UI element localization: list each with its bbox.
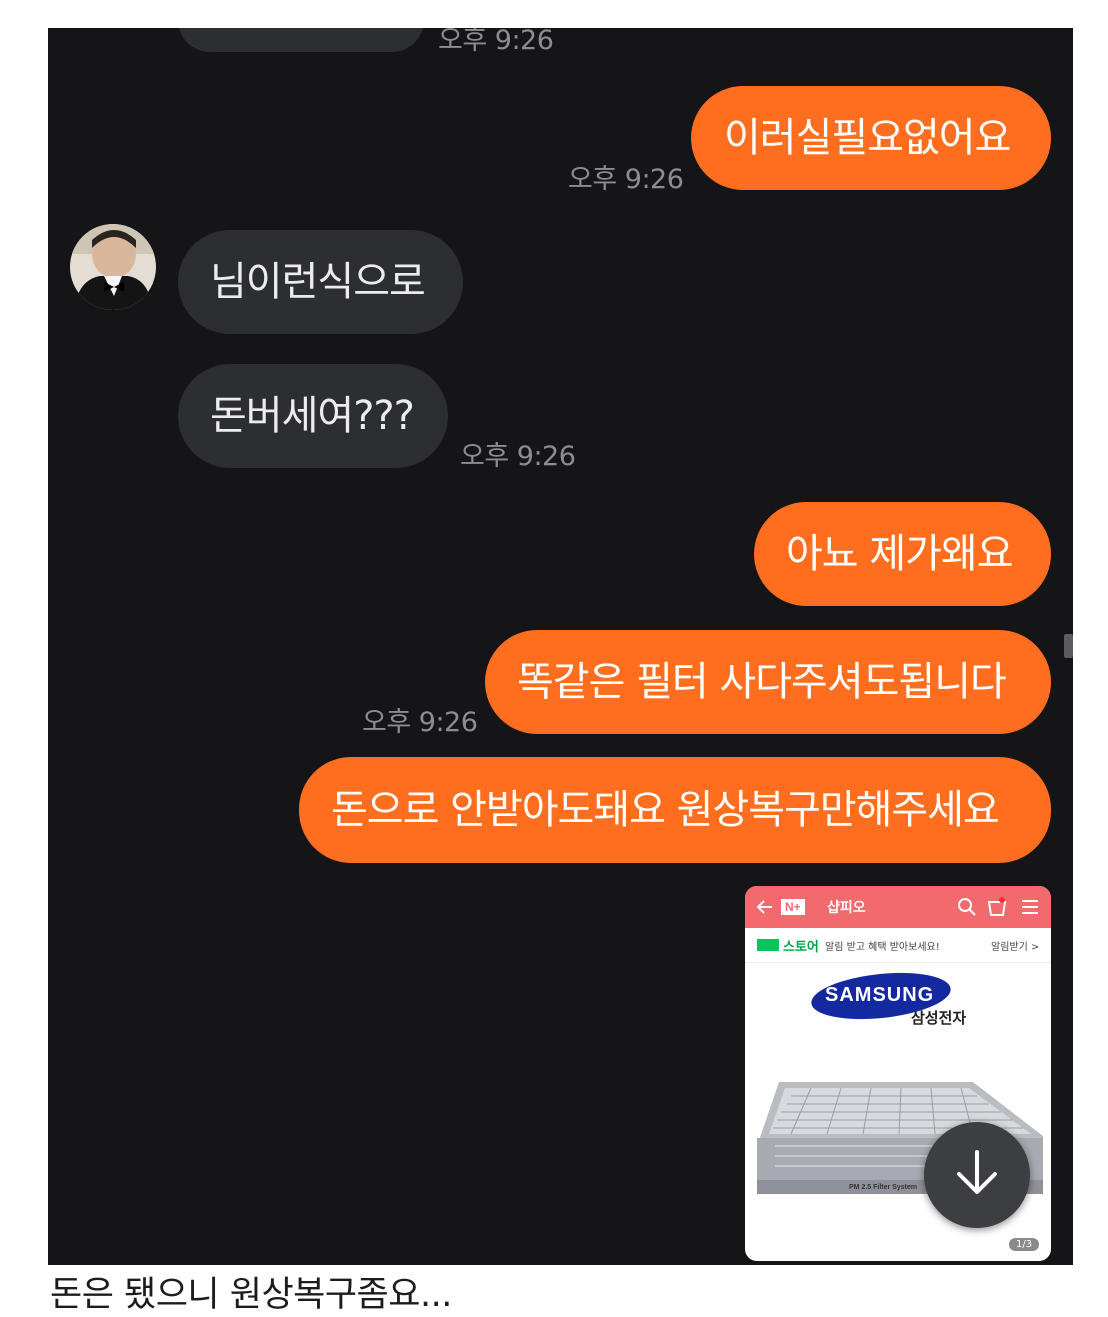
notification-banner: 스토어 알림 받고 혜택 받아보세요! 알림받기 > <box>745 928 1051 963</box>
message-timestamp: 오후 9:26 <box>568 164 684 195</box>
message-bubble-received: 님이런식으로 <box>178 230 463 334</box>
message-bubble-sent: 똑같은 필터 사다주셔도됩니다 <box>485 630 1051 734</box>
post-caption: 돈은 됐으니 원상복구좀요... <box>50 1275 452 1315</box>
banner-action: 알림받기 > <box>991 942 1040 953</box>
message-timestamp: 오후 9:26 <box>438 28 554 56</box>
message-text: 돈으로 안받아도돼요 원상복구만해주세요 <box>331 787 1000 833</box>
message-timestamp: 오후 9:26 <box>362 707 478 738</box>
menu-icon <box>1020 898 1040 920</box>
message-bubble-sent: 돈으로 안받아도돼요 원상복구만해주세요 <box>299 757 1051 863</box>
scroll-to-bottom-button[interactable] <box>924 1122 1030 1228</box>
arrow-down-icon <box>950 1146 1004 1204</box>
back-arrow-icon <box>754 897 774 921</box>
store-header: N+ 샵피오 <box>745 886 1051 928</box>
naver-badge <box>757 939 779 951</box>
store-title: 샵피오 <box>827 900 866 916</box>
cart-icon <box>986 896 1008 922</box>
brand-korean: 삼성전자 <box>911 1009 967 1027</box>
naver-plus-badge: N+ <box>781 899 805 915</box>
banner-brand: 스토어 <box>783 940 819 955</box>
chat-screen: 오후 9:26 이러실필요없어요 오후 9:26 님이런식으로 돈버세여??? … <box>48 28 1073 1265</box>
message-bubble-sent: 아뇨 제가왜요 <box>754 502 1051 606</box>
message-bubble-sent: 이러실필요없어요 <box>691 86 1051 190</box>
scrollbar-thumb[interactable] <box>1064 634 1073 658</box>
avatar[interactable] <box>70 224 156 310</box>
message-bubble-received: 돈버세여??? <box>178 364 448 468</box>
message-text: 님이런식으로 <box>210 259 426 305</box>
page-indicator: 1/3 <box>1009 1238 1040 1251</box>
product-label: PM 2.5 Filter System <box>849 1184 918 1191</box>
message-text: 돈버세여??? <box>210 393 415 439</box>
samsung-logo-text: SAMSUNG <box>825 984 935 1006</box>
message-text: 똑같은 필터 사다주셔도됩니다 <box>517 659 1007 705</box>
message-timestamp: 오후 9:26 <box>460 441 576 472</box>
search-icon <box>957 897 977 921</box>
message-bubble-partial <box>178 28 424 52</box>
message-text: 아뇨 제가왜요 <box>786 531 1014 577</box>
banner-text: 알림 받고 혜택 받아보세요! <box>825 942 940 953</box>
message-text: 이러실필요없어요 <box>724 115 1011 161</box>
